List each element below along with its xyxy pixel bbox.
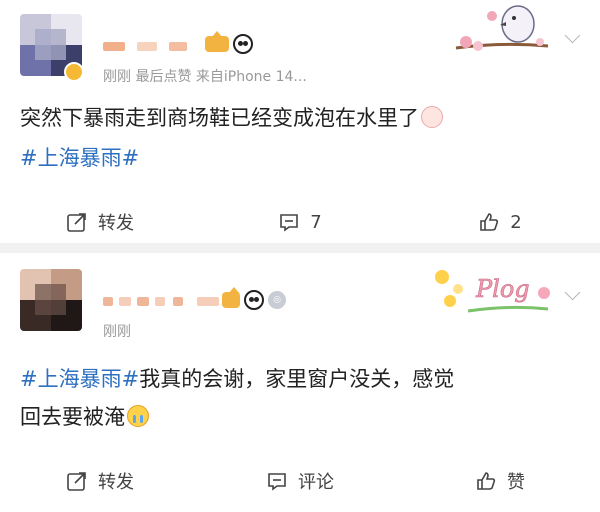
chevron-down-icon[interactable] (564, 27, 581, 44)
medal-icon: ◎ (268, 291, 286, 309)
post-text-part-2: 回去要被淹 (20, 405, 125, 429)
avatar[interactable] (20, 269, 82, 331)
bird-sticker-icon (455, 5, 549, 51)
hashtag-link[interactable]: #上海暴雨# (20, 140, 580, 177)
comment-button[interactable]: 7 (200, 200, 400, 244)
like-label: 赞 (507, 472, 525, 493)
post-text-line-2: 回去要被淹 (20, 399, 580, 436)
like-count: 2 (510, 211, 522, 233)
crown-badge-icon (205, 31, 229, 52)
plog-sticker-icon: Plog (435, 270, 550, 313)
plog-label: Plog (475, 275, 530, 303)
panda-icon (244, 290, 264, 310)
crown-badge-icon (222, 287, 240, 308)
verified-badge-icon (64, 62, 84, 82)
post-meta: 刚刚 最后点赞 来自iPhone 14... (103, 69, 307, 85)
repost-label: 转发 (98, 213, 134, 234)
repost-icon (67, 213, 86, 232)
comment-count: 7 (310, 211, 322, 233)
blush-face-icon (421, 106, 443, 128)
repost-button[interactable]: 转发 (0, 459, 200, 503)
user-badges: ◎ (222, 287, 286, 310)
crying-face-icon (127, 405, 149, 427)
post-card-2: ◎ 刚刚 Plog #上海暴雨#我真的会谢，家里窗户没关，感觉 回去要被淹 转发 (0, 253, 600, 512)
comment-icon (280, 214, 299, 232)
post-text-part-1: 我真的会谢，家里窗户没关，感觉 (139, 367, 455, 391)
like-icon (480, 213, 499, 231)
post-meta: 刚刚 (103, 324, 131, 340)
hashtag-link[interactable]: #上海暴雨# (20, 367, 139, 391)
repost-label: 转发 (98, 472, 134, 493)
comment-label: 评论 (298, 472, 334, 493)
chevron-down-icon[interactable] (564, 284, 581, 301)
comment-button[interactable]: 评论 (200, 459, 400, 503)
panda-icon (233, 34, 253, 54)
post-text: 突然下暴雨走到商场鞋已经变成泡在水里了 (20, 100, 580, 137)
comment-icon (268, 473, 286, 491)
like-icon (477, 472, 496, 490)
post-text-line-1: #上海暴雨#我真的会谢，家里窗户没关，感觉 (20, 361, 580, 398)
repost-button[interactable]: 转发 (0, 200, 200, 244)
post-card-1: 刚刚 最后点赞 来自iPhone 14... 突然下暴雨走到商场鞋已经变成泡在水… (0, 0, 600, 243)
like-button[interactable]: 2 (400, 200, 600, 244)
user-badges (205, 31, 253, 54)
repost-icon (67, 472, 86, 491)
username-blurred[interactable] (103, 40, 203, 54)
username-blurred[interactable] (103, 295, 223, 309)
like-button[interactable]: 赞 (400, 459, 600, 503)
post-text-main: 突然下暴雨走到商场鞋已经变成泡在水里了 (20, 106, 419, 130)
action-bar: 转发 7 2 (0, 200, 600, 244)
post-divider (0, 243, 600, 253)
action-bar: 转发 评论 赞 (0, 459, 600, 503)
